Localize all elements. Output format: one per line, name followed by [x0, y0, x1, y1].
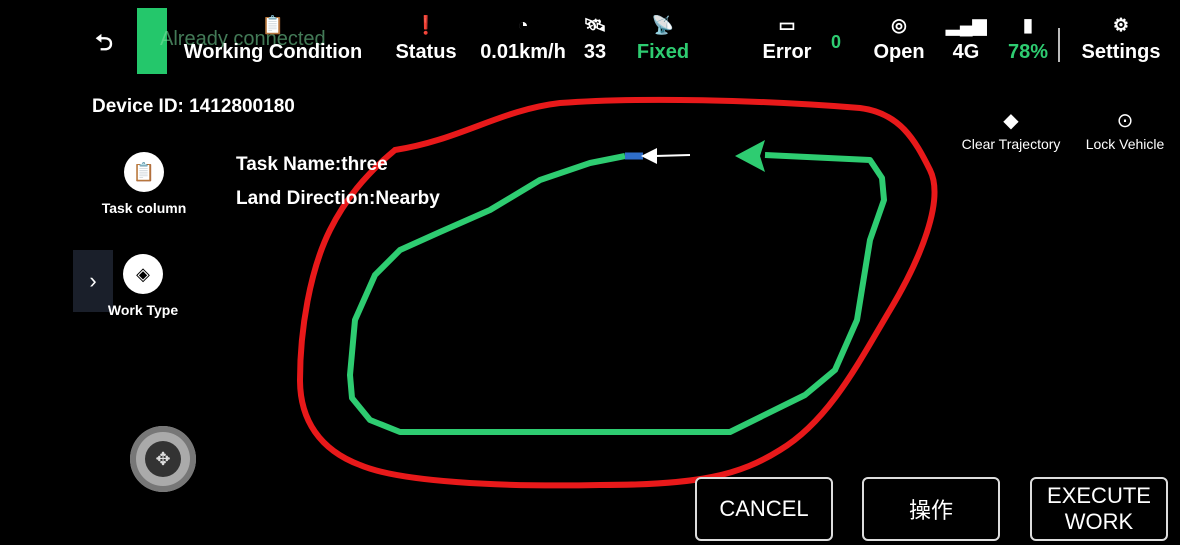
work-type-button[interactable]: ◈ Work Type — [100, 254, 186, 318]
joystick-icon: ✥ — [145, 441, 181, 477]
speed-indicator: ◔ 0.01km/h — [472, 12, 574, 72]
satellite-indicator: 🛰 33 — [580, 12, 610, 72]
back-button[interactable]: ⮌ — [86, 26, 122, 60]
back-arrow-icon: ⮌ — [95, 30, 113, 55]
clear-trajectory-button[interactable]: ◆ Clear Trajectory — [956, 108, 1066, 152]
heading-arrow-head — [641, 148, 657, 164]
error-count: 0 — [831, 32, 842, 52]
heading-arrow — [654, 154, 691, 157]
error-button[interactable]: ▭ Error — [755, 12, 819, 72]
task-name: Task Name:three — [236, 154, 388, 175]
camera-icon: ◎ — [891, 15, 907, 35]
settings-button[interactable]: ⚙ Settings — [1074, 12, 1168, 72]
task-column-button[interactable]: 📋 Task column — [96, 152, 192, 216]
status-button[interactable]: ❗ Status — [390, 12, 462, 72]
gear-icon: ⚙ — [1112, 15, 1130, 35]
device-id: Device ID: 1412800180 — [92, 96, 295, 117]
antenna-icon: 📡 — [651, 15, 675, 35]
crosshair-icon: ⊙ — [1116, 110, 1134, 132]
signal-icon: ▂▄▆ — [946, 15, 987, 35]
cancel-button[interactable]: CANCEL — [695, 477, 833, 541]
clipboard-icon: 📋 — [261, 15, 285, 35]
execute-work-button[interactable]: EXECUTE WORK — [1030, 477, 1168, 541]
alert-icon: ❗ — [414, 15, 438, 35]
battery-icon: ▮ — [1023, 15, 1033, 35]
layers-icon: ◈ — [123, 254, 163, 294]
topbar-divider — [1058, 28, 1060, 62]
lock-vehicle-button[interactable]: ⊙ Lock Vehicle — [1080, 108, 1170, 152]
speedometer-icon: ◔ — [517, 15, 529, 35]
eraser-icon: ◆ — [1003, 110, 1019, 132]
device-icon: ▭ — [778, 15, 796, 35]
operate-button[interactable]: 操作 — [862, 477, 1000, 541]
working-condition-button[interactable]: 📋 Working Condition — [178, 12, 368, 72]
clipboard-icon: 📋 — [124, 152, 164, 192]
joystick-control[interactable]: ✥ — [130, 426, 196, 492]
battery-indicator: ▮ 78% — [1000, 12, 1056, 72]
vehicle-arrow — [735, 140, 765, 172]
satellite-icon: 🛰 — [583, 15, 607, 35]
fix-indicator: 📡 Fixed — [630, 12, 696, 72]
chevron-right-icon: › — [89, 268, 97, 293]
open-camera-button[interactable]: ◎ Open — [868, 12, 930, 72]
network-indicator: ▂▄▆ 4G — [946, 12, 986, 72]
land-direction: Land Direction:Nearby — [236, 188, 440, 209]
